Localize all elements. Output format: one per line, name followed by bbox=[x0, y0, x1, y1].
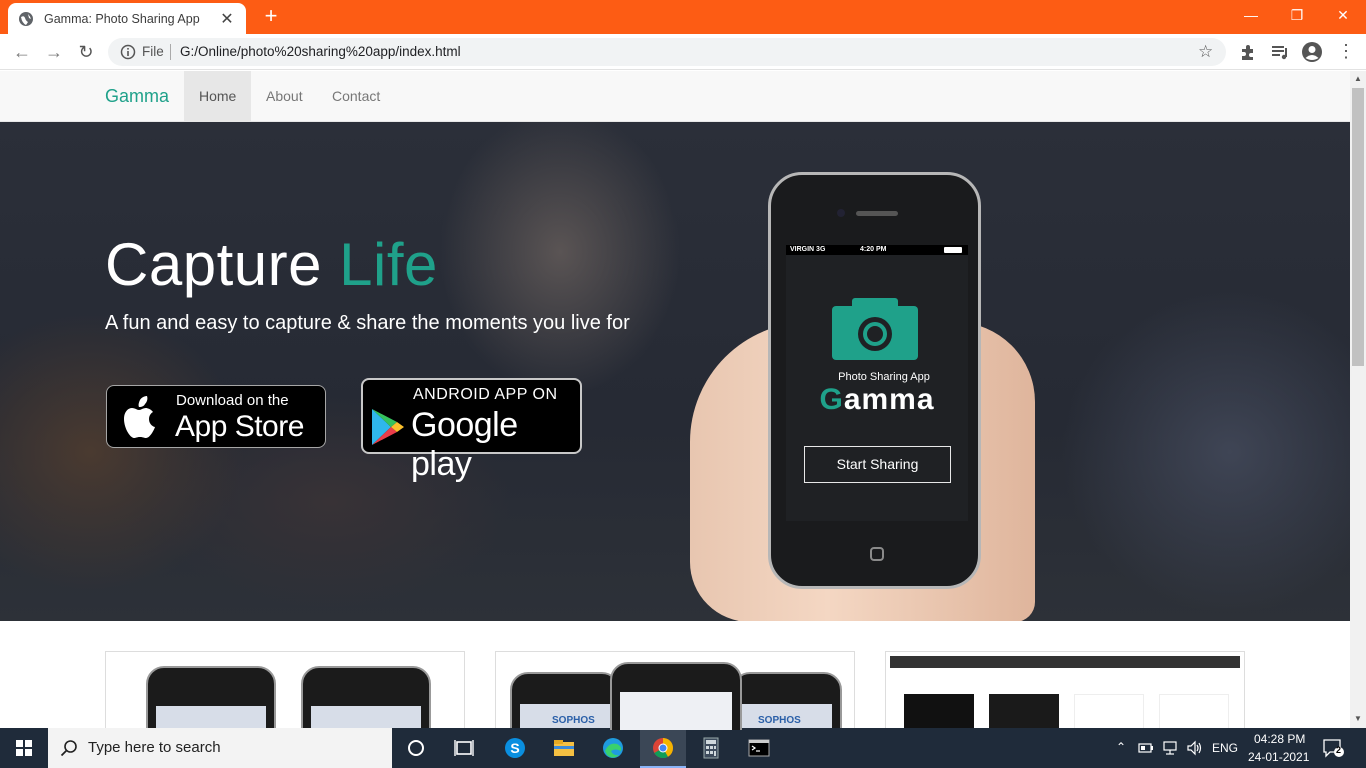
scroll-up-arrow-icon[interactable]: ▲ bbox=[1350, 71, 1366, 87]
thumbnail-phone-image bbox=[301, 666, 431, 730]
phone-app-tagline: Photo Sharing App bbox=[838, 371, 930, 383]
notification-count: 2 bbox=[1336, 745, 1342, 755]
thumbnail-phone-image bbox=[146, 666, 276, 730]
battery-tray-icon[interactable] bbox=[1138, 740, 1154, 756]
svg-text:S: S bbox=[510, 740, 519, 756]
battery-icon bbox=[944, 247, 962, 253]
info-icon[interactable] bbox=[120, 44, 136, 60]
google-play-small-text: ANDROID APP ON bbox=[413, 386, 558, 403]
scrollbar-thumb[interactable] bbox=[1352, 88, 1364, 366]
phone-speaker bbox=[856, 211, 898, 216]
thumbnail-card-3[interactable] bbox=[885, 651, 1245, 731]
browser-titlebar: Gamma: Photo Sharing App ✕ + — ❐ ✕ bbox=[0, 0, 1366, 34]
minimize-icon[interactable]: — bbox=[1228, 0, 1274, 30]
bookmark-star-icon[interactable]: ☆ bbox=[1198, 42, 1213, 62]
front-camera bbox=[837, 209, 845, 217]
windows-taskbar: Type here to search S ⌃ ENG 04:28 PM 24-… bbox=[0, 728, 1366, 768]
thumbnail-card-1[interactable] bbox=[105, 651, 465, 731]
extensions-icon[interactable] bbox=[1238, 42, 1258, 62]
media-queue-icon[interactable] bbox=[1270, 42, 1290, 62]
scroll-down-arrow-icon[interactable]: ▼ bbox=[1350, 711, 1366, 727]
nav-link-about[interactable]: About bbox=[251, 71, 318, 121]
close-window-icon[interactable]: ✕ bbox=[1320, 0, 1366, 30]
profile-avatar-icon[interactable] bbox=[1301, 41, 1323, 63]
clock-date[interactable]: 24-01-2021 bbox=[1248, 750, 1309, 764]
nav-link-home[interactable]: Home bbox=[184, 71, 252, 121]
phone-screen: VIRGIN 3G 4:20 PM Photo Sharing App Gamm… bbox=[786, 245, 968, 521]
task-view-icon[interactable] bbox=[452, 736, 476, 760]
apple-logo-icon bbox=[124, 396, 155, 438]
hero-title-word2: Life bbox=[339, 231, 438, 298]
url-scheme: File bbox=[142, 44, 164, 59]
status-time: 4:20 PM bbox=[860, 246, 887, 253]
phone-mockup: VIRGIN 3G 4:20 PM Photo Sharing App Gamm… bbox=[768, 172, 981, 589]
tray-expand-icon[interactable]: ⌃ bbox=[1116, 740, 1126, 754]
forward-icon[interactable]: → bbox=[42, 40, 66, 64]
browser-toolbar: ← → ↻ File G:/Online/photo%20sharing%20a… bbox=[0, 34, 1366, 70]
site-navbar: Gamma Home About Contact bbox=[0, 71, 1350, 122]
globe-icon bbox=[19, 11, 33, 26]
windows-start-icon[interactable] bbox=[0, 728, 48, 768]
status-carrier: VIRGIN 3G bbox=[790, 246, 826, 253]
search-icon bbox=[60, 740, 77, 757]
app-store-big-text: App Store bbox=[175, 410, 304, 443]
clock-time[interactable]: 04:28 PM bbox=[1254, 732, 1305, 746]
google-play-logo-icon bbox=[372, 409, 404, 445]
thumbnail-tile bbox=[1159, 694, 1229, 730]
url-separator bbox=[170, 44, 171, 60]
google-play-big-text: Google play bbox=[411, 406, 518, 483]
thumbnail-card-2[interactable]: SOPHOS SOPHOS bbox=[495, 651, 855, 731]
brand-logo[interactable]: Gamma bbox=[105, 86, 169, 107]
google-play-badge[interactable]: ANDROID APP ON Google play bbox=[361, 378, 582, 483]
phone-status-bar: VIRGIN 3G 4:20 PM bbox=[786, 245, 968, 255]
browser-menu-icon[interactable]: ⋮ bbox=[1334, 39, 1358, 63]
taskbar-search-placeholder: Type here to search bbox=[88, 739, 221, 756]
back-icon[interactable]: ← bbox=[10, 40, 34, 64]
app-store-small-text: Download on the bbox=[176, 392, 289, 409]
new-tab-button[interactable]: + bbox=[258, 4, 284, 30]
hero-section: Capture Life A fun and easy to capture &… bbox=[0, 122, 1350, 621]
thumbnail-tile bbox=[989, 694, 1059, 730]
hero-title: Capture Life bbox=[105, 230, 438, 299]
skype-icon[interactable]: S bbox=[503, 736, 527, 760]
thumbnail-site-header bbox=[890, 656, 1240, 668]
url-text[interactable]: G:/Online/photo%20sharing%20app/index.ht… bbox=[180, 44, 461, 59]
phone-home-button bbox=[870, 547, 884, 561]
nav-link-contact[interactable]: Contact bbox=[317, 71, 395, 121]
app-store-badge[interactable]: Download on the App Store bbox=[106, 385, 326, 448]
file-explorer-icon[interactable] bbox=[552, 736, 576, 760]
tab-title: Gamma: Photo Sharing App bbox=[44, 11, 200, 26]
taskbar-search-box[interactable]: Type here to search bbox=[48, 728, 392, 768]
chrome-icon[interactable] bbox=[651, 736, 675, 760]
volume-tray-icon[interactable] bbox=[1186, 740, 1204, 756]
thumbnail-tile bbox=[904, 694, 974, 730]
thumbnail-sophos-label: SOPHOS bbox=[552, 715, 595, 726]
start-sharing-button[interactable]: Start Sharing bbox=[804, 446, 951, 483]
phone-app-name: Gamma bbox=[786, 383, 968, 417]
network-tray-icon[interactable] bbox=[1162, 740, 1180, 756]
edge-icon[interactable] bbox=[601, 736, 625, 760]
cortana-icon[interactable] bbox=[404, 736, 428, 760]
phone-app-name-rest: amma bbox=[843, 383, 935, 416]
restore-icon[interactable]: ❐ bbox=[1274, 0, 1320, 30]
thumbnail-sophos-label: SOPHOS bbox=[758, 715, 801, 726]
calculator-icon[interactable] bbox=[699, 736, 723, 760]
language-indicator[interactable]: ENG bbox=[1212, 741, 1238, 755]
address-bar[interactable]: File G:/Online/photo%20sharing%20app/ind… bbox=[108, 38, 1226, 66]
command-prompt-icon[interactable] bbox=[747, 736, 771, 760]
thumbnail-phone-image bbox=[610, 662, 742, 730]
phone-app-name-initial: G bbox=[819, 383, 844, 416]
tab-close-icon[interactable]: ✕ bbox=[218, 9, 236, 29]
thumbnail-phone-screen bbox=[620, 692, 732, 730]
hero-title-word1: Capture bbox=[105, 231, 322, 298]
thumbnail-tile bbox=[1074, 694, 1144, 730]
reload-icon[interactable]: ↻ bbox=[74, 40, 98, 64]
hero-subtitle: A fun and easy to capture & share the mo… bbox=[105, 312, 630, 334]
camera-icon bbox=[832, 298, 918, 360]
browser-tab[interactable]: Gamma: Photo Sharing App ✕ bbox=[8, 3, 246, 34]
